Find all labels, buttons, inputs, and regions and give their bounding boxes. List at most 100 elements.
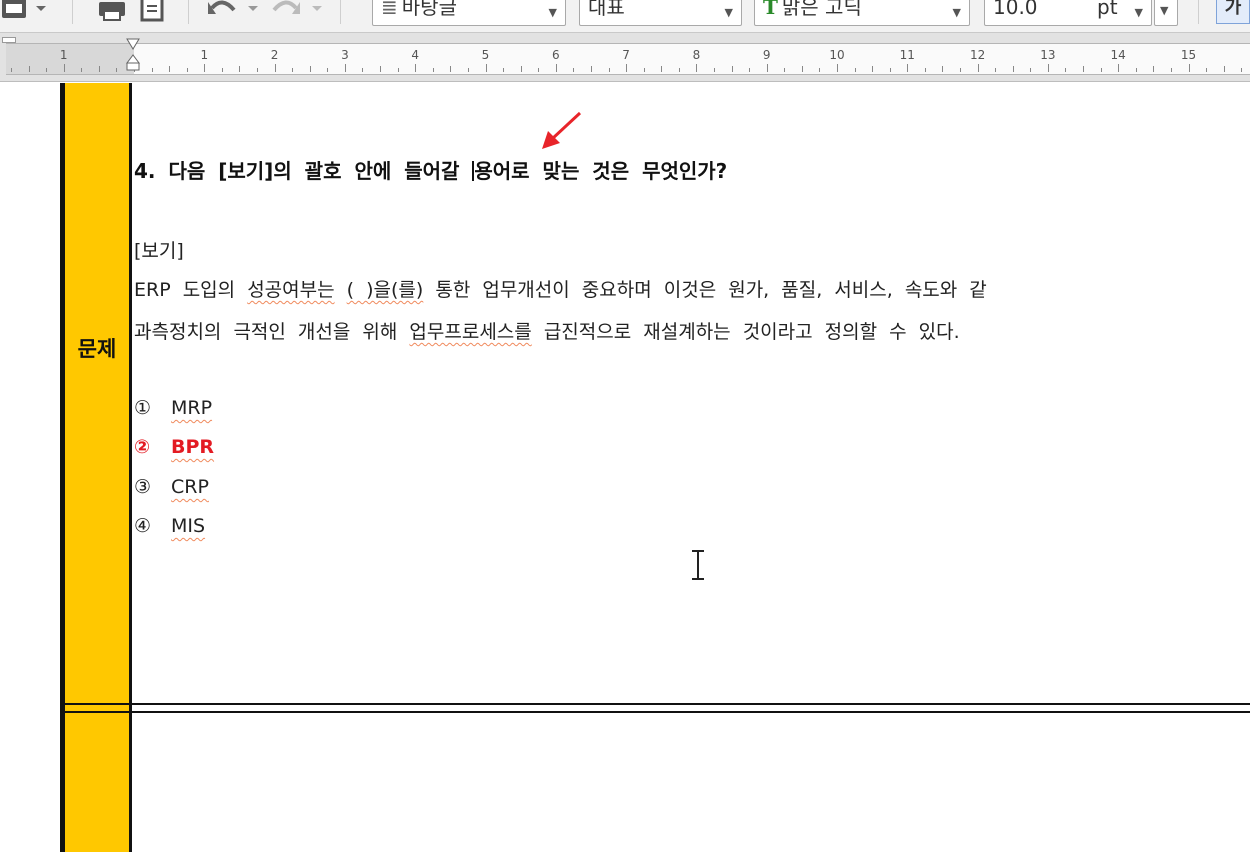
ruler-tick <box>889 68 891 72</box>
ruler-tick <box>151 68 153 72</box>
ruler-tick <box>415 64 417 72</box>
question-text[interactable]: 4. 다음 [보기]의 괄호 안에 들어갈 용어로 맞는 것은 무엇인가? <box>134 155 727 184</box>
ruler-tick <box>1100 68 1102 72</box>
ruler-tick <box>1065 68 1067 72</box>
option-text: CRP <box>171 476 209 498</box>
font-size-unit: pt <box>1097 0 1118 19</box>
ruler-tick <box>907 64 909 72</box>
red-arrow-annotation-icon <box>542 111 582 149</box>
answer-option-4[interactable]: ④ MIS <box>134 515 205 537</box>
chevron-down-icon: ▼ <box>724 6 733 19</box>
paragraph-style-dropdown[interactable]: 대표 ▼ <box>579 0 742 26</box>
undo-icon[interactable] <box>206 0 238 22</box>
question-cell[interactable]: 4. 다음 [보기]의 괄호 안에 들어갈 용어로 맞는 것은 무엇인가? [보… <box>134 83 1250 683</box>
font-size-stepper[interactable]: ▼ <box>1154 0 1178 26</box>
bogi-line-1-part <box>335 279 347 301</box>
ruler-number: 1 <box>200 48 209 62</box>
ruler-number: 5 <box>481 48 490 62</box>
ruler-number: 2 <box>270 48 279 62</box>
ruler-tick <box>239 66 241 72</box>
chevron-down-icon[interactable] <box>34 0 48 22</box>
bogi-line-2-part: 과측정치의 극적인 개선을 위해 <box>134 321 410 343</box>
ruler-tick <box>626 64 628 72</box>
toolbar: ≣ 바탕글 ▼ 대표 ▼ T 맑은 고딕 ▼ 10.0 pt ▼ ▼ 가 <box>0 0 1250 32</box>
ruler-tick <box>274 64 276 72</box>
ruler-tick <box>555 64 557 72</box>
preview-icon[interactable] <box>138 0 166 22</box>
ruler-tick <box>713 68 715 72</box>
ruler-tick <box>204 64 206 72</box>
ruler-tick <box>977 64 979 72</box>
answer-option-3[interactable]: ③ CRP <box>134 476 209 498</box>
indent-marker-icon[interactable] <box>126 33 140 71</box>
ruler-tick <box>28 66 30 72</box>
ruler-tick <box>854 68 856 72</box>
bogi-line-2-part: 급진적으로 재설계하는 것이라고 정의할 수 있다. <box>531 321 960 343</box>
table-border-bottom <box>65 711 1250 713</box>
option-text: MIS <box>171 515 206 537</box>
ruler-tick <box>924 68 926 72</box>
answer-option-1[interactable]: ① MRP <box>134 397 212 419</box>
save-icon[interactable] <box>0 0 30 22</box>
ruler-number: 1 <box>59 48 68 62</box>
ruler-tick <box>1030 68 1032 72</box>
ruler-number: 7 <box>622 48 630 62</box>
redo-dropdown-icon[interactable] <box>310 0 324 22</box>
font-value: 맑은 고딕 <box>781 0 862 19</box>
ruler-tick <box>608 68 610 72</box>
ruler-tick <box>661 66 663 72</box>
ruler-number: 14 <box>1110 48 1126 62</box>
ruler-number: 13 <box>1040 48 1056 62</box>
option-number: ① <box>134 397 152 419</box>
ruler-tick <box>1118 64 1120 72</box>
column-divider <box>129 83 132 852</box>
bogi-title: [보기] <box>134 240 184 262</box>
ruler-number: 15 <box>1180 48 1197 62</box>
horizontal-ruler[interactable]: 1 1 2 3 4 5 6 7 8 9 10 11 12 13 14 15 <box>6 43 1250 75</box>
answer-option-2-correct[interactable]: ② BPR <box>134 436 214 458</box>
ruler-tick <box>1135 68 1137 72</box>
ruler-tick <box>749 68 751 72</box>
ruler-tick <box>1241 68 1243 72</box>
option-number: ③ <box>134 476 152 498</box>
ruler-tick <box>520 66 522 72</box>
ruler-tick <box>362 68 364 72</box>
option-number: ④ <box>134 515 152 537</box>
ruler-tick <box>801 66 803 72</box>
redo-icon[interactable] <box>270 0 302 22</box>
ruler-number: 11 <box>899 48 915 62</box>
bold-button[interactable]: 가 <box>1216 0 1250 24</box>
ruler-tick <box>10 68 12 72</box>
bogi-line-2: 과측정치의 극적인 개선을 위해 업무프로세스를 급진적으로 재설계하는 것이라… <box>134 317 960 344</box>
ruler-tick <box>344 64 346 72</box>
table-border-top <box>65 703 1250 705</box>
print-icon[interactable] <box>96 0 128 22</box>
undo-dropdown-icon[interactable] <box>246 0 260 22</box>
ruler-number: 12 <box>969 48 986 62</box>
ruler-tick <box>327 68 329 72</box>
ruler-tick <box>538 68 540 72</box>
ruler-tick <box>1083 66 1085 72</box>
ruler-number: 8 <box>692 48 701 62</box>
bogi-line-1-part: ERP 도입의 <box>134 279 248 301</box>
truetype-font-icon: T <box>763 0 778 19</box>
option-number: ② <box>134 436 151 458</box>
ruler-tick <box>186 68 188 72</box>
ruler-tick <box>221 68 223 72</box>
ruler-tick <box>169 66 171 72</box>
ruler-tick <box>467 68 469 72</box>
ruler-tick <box>1047 64 1049 72</box>
style-dropdown[interactable]: ≣ 바탕글 ▼ <box>372 0 566 26</box>
bogi-line-1-part: 통한 업무개선이 중요하며 이것은 원가, 품질, 서비스, 속도와 같 <box>423 279 987 301</box>
ruler-tick <box>432 68 434 72</box>
font-size-value: 10.0 <box>993 0 1038 19</box>
option-text: MRP <box>171 397 213 419</box>
ruler-number: 9 <box>762 48 771 62</box>
font-dropdown[interactable]: T 맑은 고딕 ▼ <box>754 0 970 26</box>
font-size-dropdown[interactable]: 10.0 pt ▼ <box>984 0 1152 26</box>
ruler-tick <box>766 64 768 72</box>
document-area[interactable]: 문제 4. 다음 [보기]의 괄호 안에 들어갈 용어로 맞는 것은 무엇인가?… <box>0 83 1250 852</box>
ruler-tick <box>731 66 733 72</box>
ruler-tick <box>960 68 962 72</box>
spellcheck-word: ( )을(를) <box>346 279 424 301</box>
